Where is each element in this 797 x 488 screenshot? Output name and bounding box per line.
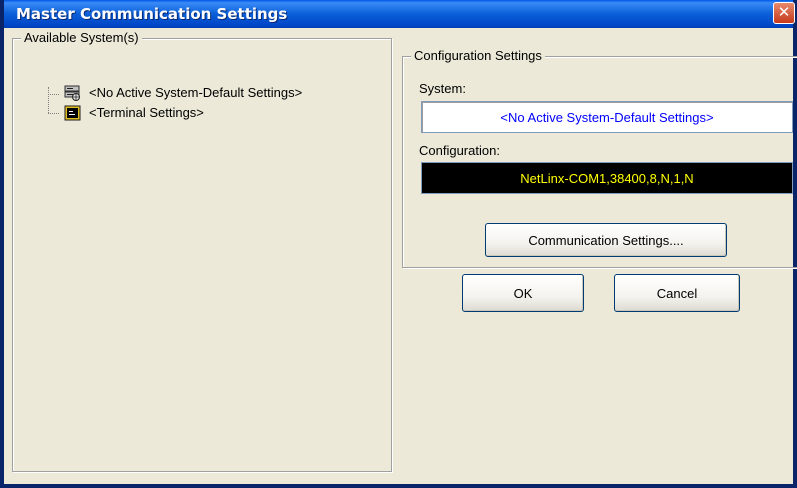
- tree-connector: [48, 113, 59, 114]
- tree-connector: [48, 94, 59, 95]
- tree-item-terminal-settings[interactable]: <Terminal Settings>: [64, 104, 206, 122]
- dialog-window: Master Communication Settings ✕ Availabl…: [0, 0, 797, 488]
- communication-settings-button[interactable]: Communication Settings....: [485, 223, 727, 257]
- ok-button[interactable]: OK: [462, 274, 584, 312]
- systems-tree[interactable]: [34, 80, 35, 81]
- tree-item-default-system[interactable]: <No Active System-Default Settings>: [64, 84, 305, 102]
- network-system-icon: [64, 85, 82, 101]
- tree-connector: [48, 87, 49, 113]
- tree-item-label: <Terminal Settings>: [89, 105, 204, 120]
- terminal-icon: [64, 105, 82, 121]
- title-bar[interactable]: Master Communication Settings ✕: [4, 0, 795, 28]
- configuration-field: NetLinx-COM1,38400,8,N,1,N: [421, 162, 793, 194]
- system-label: System:: [419, 81, 466, 96]
- cancel-button[interactable]: Cancel: [614, 274, 740, 312]
- close-button[interactable]: ✕: [773, 2, 795, 24]
- window-title: Master Communication Settings: [16, 5, 288, 23]
- configuration-settings-legend: Configuration Settings: [411, 48, 545, 63]
- tree-item-label: <No Active System-Default Settings>: [87, 85, 305, 101]
- configuration-label: Configuration:: [419, 143, 500, 158]
- available-systems-legend: Available System(s): [21, 30, 142, 45]
- system-field: <No Active System-Default Settings>: [421, 101, 793, 133]
- configuration-settings-group: Configuration Settings System: <No Activ…: [402, 48, 797, 268]
